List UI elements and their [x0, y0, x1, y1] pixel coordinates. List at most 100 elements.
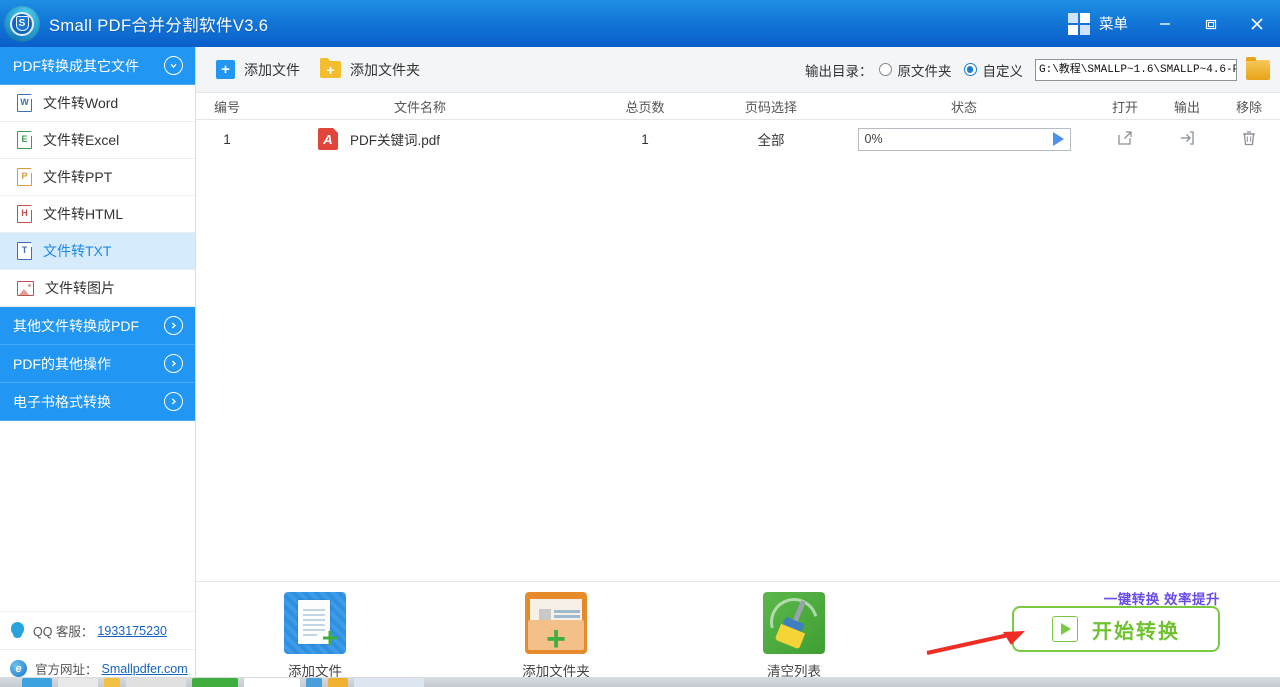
add-file-icon: + — [216, 60, 235, 79]
sidebar-group-ebook-convert[interactable]: 电子书格式转换 — [0, 383, 195, 421]
sidebar-group-label: 电子书格式转换 — [13, 392, 164, 412]
bottom-add-folder-button[interactable]: + 添加文件夹 — [491, 592, 621, 680]
word-doc-icon: W — [17, 94, 32, 112]
taskbar-item[interactable] — [244, 678, 300, 687]
qq-support-link[interactable]: 1933175230 — [97, 624, 167, 638]
excel-doc-icon: E — [17, 131, 32, 149]
sidebar-item-to-txt[interactable]: T 文件转TXT — [0, 233, 195, 270]
bottom-clear-list-button[interactable]: 清空列表 — [729, 592, 859, 680]
start-convert-button[interactable]: 开始转换 — [1012, 606, 1220, 652]
title-bar: S Small PDF合并分割软件V3.6 菜单 — [0, 0, 1280, 47]
add-folder-large-icon: + — [525, 592, 587, 654]
ppt-doc-icon: P — [17, 168, 32, 186]
close-button[interactable] — [1234, 0, 1280, 47]
radio-source-folder[interactable]: 原文件夹 — [879, 60, 952, 80]
chevron-right-circle-icon — [164, 392, 183, 411]
ie-browser-icon: e — [10, 660, 27, 677]
taskbar-item[interactable] — [22, 678, 52, 687]
radio-source-folder-label: 原文件夹 — [898, 60, 952, 80]
sidebar-item-to-ppt[interactable]: P 文件转PPT — [0, 159, 195, 196]
progress-bar[interactable]: 0% — [858, 128, 1071, 151]
sidebar-group-label: 其他文件转换成PDF — [13, 316, 164, 336]
taskbar-item[interactable] — [104, 678, 120, 687]
sidebar-footer: QQ 客服： 1933175230 e 官方网址： Smallpdfer.com — [0, 611, 195, 687]
cell-row-number: 1 — [196, 132, 258, 147]
folder-browse-icon[interactable] — [1246, 60, 1270, 80]
taskbar-item[interactable] — [58, 678, 98, 687]
table-header-row: 编号 文件名称 总页数 页码选择 状态 打开 输出 移除 — [196, 93, 1280, 120]
sidebar-item-label: 文件转Word — [43, 93, 118, 113]
cell-remove — [1218, 128, 1280, 151]
bottom-action-bar: + 添加文件 + 添加文件夹 清空列表 一键转换 效率提升 — [196, 581, 1280, 675]
menu-button-label: 菜单 — [1099, 13, 1128, 34]
table-row[interactable]: 1 A PDF关键词.pdf 1 全部 0% — [196, 120, 1280, 158]
chevron-right-circle-icon — [164, 316, 183, 335]
taskbar-item[interactable] — [306, 678, 322, 687]
qq-support-label: QQ 客服： — [33, 621, 93, 640]
output-path-input[interactable]: G:\教程\SMALLP~1.6\SMALLP~4.6-P — [1035, 59, 1237, 81]
sidebar-item-to-html[interactable]: H 文件转HTML — [0, 196, 195, 233]
html-doc-icon: H — [17, 205, 32, 223]
cell-total-pages: 1 — [582, 132, 708, 147]
taskbar-item[interactable] — [354, 678, 424, 687]
app-logo-icon: S — [3, 5, 41, 43]
sidebar-item-label: 文件转HTML — [43, 204, 123, 224]
radio-custom-folder[interactable]: 自定义 — [964, 60, 1024, 80]
sidebar-group-label: PDF的其他操作 — [13, 354, 164, 374]
taskbar-item[interactable] — [328, 678, 348, 687]
toolbar-add-file-button[interactable]: + 添加文件 — [216, 60, 300, 80]
sidebar-group-pdf-to-other[interactable]: PDF转换成其它文件 — [0, 47, 195, 85]
sidebar-group-other-to-pdf[interactable]: 其他文件转换成PDF — [0, 307, 195, 345]
promo-text: 一键转换 效率提升 — [1104, 588, 1220, 608]
chevron-down-circle-icon — [164, 56, 183, 75]
sidebar-item-label: 文件转Excel — [43, 130, 119, 150]
txt-doc-icon: T — [17, 242, 32, 260]
start-convert-label: 开始转换 — [1092, 615, 1180, 644]
sidebar-group-label: PDF转换成其它文件 — [13, 56, 164, 76]
sidebar-item-label: 文件转PPT — [43, 167, 112, 187]
sidebar-item-to-image[interactable]: 文件转图片 — [0, 270, 195, 307]
taskbar-item[interactable] — [192, 678, 238, 687]
column-header-no: 编号 — [196, 97, 258, 116]
export-icon[interactable] — [1177, 128, 1197, 148]
column-header-output: 输出 — [1156, 97, 1218, 116]
open-external-icon[interactable] — [1115, 128, 1135, 148]
sidebar: PDF转换成其它文件 W 文件转Word E 文件转Excel P 文件转PPT… — [0, 47, 196, 687]
cell-page-selection[interactable]: 全部 — [708, 129, 834, 149]
column-header-pageselect: 页码选择 — [708, 97, 834, 116]
toolbar-add-file-label: 添加文件 — [244, 60, 300, 80]
toolbar-add-folder-label: 添加文件夹 — [350, 60, 420, 80]
menu-button[interactable]: 菜单 — [1054, 0, 1142, 47]
trash-icon[interactable] — [1239, 128, 1259, 148]
bottom-add-file-button[interactable]: + 添加文件 — [250, 592, 380, 680]
radio-button — [879, 63, 892, 76]
sidebar-item-to-excel[interactable]: E 文件转Excel — [0, 122, 195, 159]
toolbar-add-folder-button[interactable]: + 添加文件夹 — [320, 60, 420, 80]
taskbar — [0, 677, 1280, 687]
output-directory-label: 输出目录： — [805, 60, 873, 80]
add-file-large-icon: + — [284, 592, 346, 654]
sidebar-item-label: 文件转TXT — [43, 241, 111, 261]
website-link[interactable]: Smallpdfer.com — [102, 662, 188, 676]
sidebar-item-label: 文件转图片 — [45, 278, 115, 298]
cell-output — [1156, 128, 1218, 151]
column-header-open: 打开 — [1094, 97, 1156, 116]
clear-list-broom-icon — [763, 592, 825, 654]
column-header-pages: 总页数 — [582, 97, 708, 116]
radio-button-selected — [964, 63, 977, 76]
cell-status: 0% — [834, 128, 1094, 151]
column-header-filename: 文件名称 — [258, 97, 582, 116]
maximize-button[interactable] — [1188, 0, 1234, 47]
column-header-remove: 移除 — [1218, 97, 1280, 116]
add-folder-icon: + — [320, 61, 341, 78]
minimize-button[interactable] — [1142, 0, 1188, 47]
taskbar-item[interactable] — [126, 678, 186, 687]
cell-open — [1094, 128, 1156, 151]
sidebar-group-pdf-other-ops[interactable]: PDF的其他操作 — [0, 345, 195, 383]
qq-support-row: QQ 客服： 1933175230 — [0, 611, 195, 649]
filename-text: PDF关键词.pdf — [350, 129, 440, 149]
sidebar-item-to-word[interactable]: W 文件转Word — [0, 85, 195, 122]
pdf-file-icon: A — [318, 128, 338, 150]
image-doc-icon — [17, 281, 34, 296]
play-icon[interactable] — [1053, 132, 1064, 146]
